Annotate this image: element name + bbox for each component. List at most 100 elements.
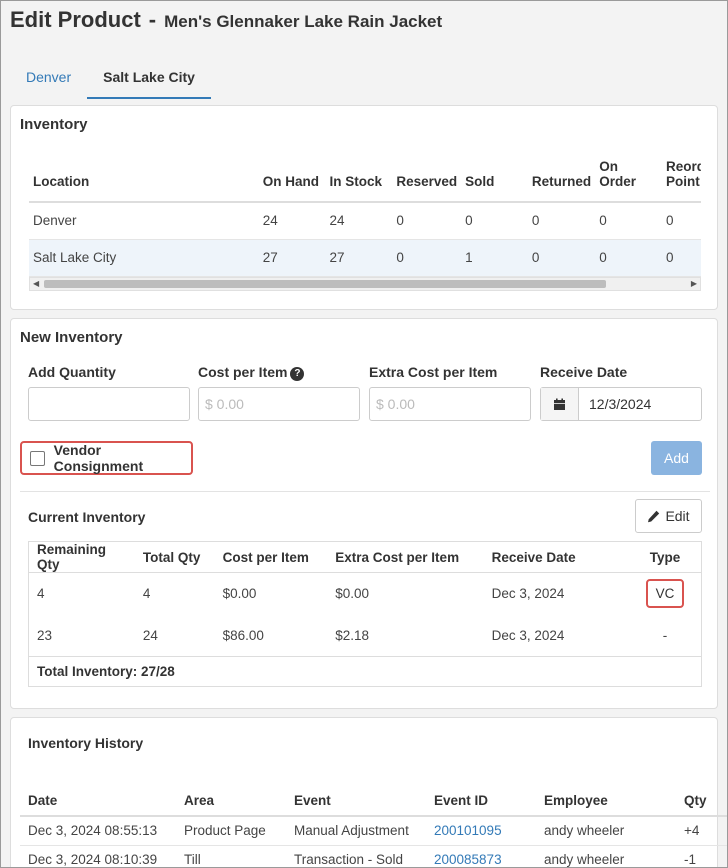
col-on-hand[interactable]: On Hand: [258, 146, 326, 203]
col-location[interactable]: Location: [29, 146, 259, 203]
event-id-link[interactable]: 200085873: [434, 852, 502, 867]
cell-employee: andy wheeler: [536, 845, 676, 867]
scrollbar-thumb[interactable]: [44, 280, 606, 288]
cell-type: VC: [629, 573, 701, 615]
inventory-history-title: Inventory History: [28, 735, 144, 751]
receive-date-field[interactable]: 12/3/2024: [540, 387, 702, 421]
pencil-icon: [648, 510, 660, 522]
add-quantity-label: Add Quantity: [28, 364, 116, 380]
edit-button[interactable]: Edit: [635, 499, 702, 533]
event-id-link[interactable]: 200101095: [434, 823, 502, 838]
col-date: Date: [20, 786, 176, 817]
cell-event: Manual Adjustment: [286, 816, 426, 846]
total-row: Total Inventory: 27/28: [29, 656, 701, 686]
cost-per-item-input[interactable]: [198, 387, 360, 421]
table-row: 23 24 $86.00 $2.18 Dec 3, 2024 -: [29, 615, 701, 657]
add-quantity-input[interactable]: [28, 387, 190, 421]
title-separator: -: [148, 7, 157, 32]
edit-button-label: Edit: [665, 508, 690, 524]
receive-date-value[interactable]: 12/3/2024: [579, 388, 651, 420]
cell-event-id: 200101095: [426, 816, 536, 846]
current-inventory-table-wrapper: Remaining Qty Total Qty Cost per Item Ex…: [28, 541, 702, 687]
cell-employee: andy wheeler: [536, 816, 676, 846]
col-in-stock[interactable]: In Stock: [325, 146, 393, 203]
add-button[interactable]: Add: [651, 441, 702, 475]
cell-total: 24: [142, 627, 158, 643]
col-receive-date: Receive Date: [483, 542, 630, 573]
col-employee: Employee: [536, 786, 676, 817]
extra-cost-label: Extra Cost per Item: [369, 364, 498, 380]
table-row: Dec 3, 2024 08:55:13 Product Page Manual…: [20, 816, 727, 846]
table-row: 4 4 $0.00 $0.00 Dec 3, 2024 VC: [29, 573, 701, 615]
col-qty: Qty: [676, 786, 727, 817]
cell-reserved: 0: [392, 202, 462, 240]
cell-in-stock: 27: [325, 239, 393, 277]
page-title: Edit Product - Men's Glennaker Lake Rain…: [10, 7, 442, 33]
cost-per-item-label-text: Cost per Item: [198, 364, 288, 380]
current-inventory-header-row: Remaining Qty Total Qty Cost per Item Ex…: [29, 542, 701, 573]
scroll-left-arrow-icon[interactable]: ◀: [33, 279, 39, 288]
inventory-table: Location On Hand In Stock Reserved Sold …: [29, 146, 701, 277]
cell-total: 4: [142, 586, 151, 602]
cell-location: Denver: [29, 202, 259, 240]
tab-denver[interactable]: Denver: [10, 59, 87, 99]
cell-extra: $0.00: [335, 586, 370, 602]
cell-location: Salt Lake City: [29, 239, 259, 277]
cell-area: Product Page: [176, 816, 286, 846]
cell-reorder: 0: [662, 202, 701, 240]
col-returned[interactable]: Returned: [527, 146, 596, 203]
horizontal-scrollbar[interactable]: ◀ ▶: [29, 277, 701, 291]
inventory-panel: Inventory Location On Hand In Stock Rese…: [10, 105, 718, 310]
col-total-qty: Total Qty: [134, 542, 215, 573]
product-name: Men's Glennaker Lake Rain Jacket: [164, 12, 443, 31]
total-inventory: Total Inventory: 27/28: [29, 656, 701, 686]
col-reorder-point[interactable]: Reorder Point: [662, 146, 701, 203]
new-inventory-panel: New Inventory Add Quantity Cost per Item…: [10, 318, 718, 709]
cell-on-hand: 24: [258, 202, 326, 240]
cell-on-order: 0: [595, 239, 663, 277]
col-event: Event: [286, 786, 426, 817]
table-row: Salt Lake City 27 27 0 1 0 0 0: [29, 239, 701, 277]
cell-returned: 0: [527, 239, 596, 277]
history-header-row: Date Area Event Event ID Employee Qty: [20, 786, 727, 817]
col-reserved[interactable]: Reserved: [392, 146, 462, 203]
history-table: Date Area Event Event ID Employee Qty De…: [20, 786, 727, 867]
cell-on-order: 0: [595, 202, 663, 240]
cell-date: Dec 3, 2024: [491, 627, 565, 643]
cell-sold: 1: [461, 239, 528, 277]
inventory-history-panel: Inventory History Date Area Event Event …: [10, 717, 727, 867]
vendor-consignment-label[interactable]: Vendor Consignment: [54, 442, 191, 474]
extra-cost-input[interactable]: [369, 387, 531, 421]
col-sold[interactable]: Sold: [461, 146, 528, 203]
history-table-wrapper: Date Area Event Event ID Employee Qty De…: [20, 786, 727, 867]
help-icon[interactable]: ?: [290, 367, 305, 381]
cell-cost: $0.00: [222, 586, 257, 602]
cell-date: Dec 3, 2024 08:55:13: [20, 816, 176, 846]
divider: [20, 491, 710, 492]
col-area: Area: [176, 786, 286, 817]
cell-remaining: 23: [37, 627, 53, 643]
cell-event-id: 200085873: [426, 845, 536, 867]
cell-remaining: 4: [37, 586, 45, 602]
vendor-consignment-checkbox[interactable]: [30, 450, 45, 466]
calendar-icon[interactable]: [541, 388, 579, 420]
cell-cost: $86.00: [222, 627, 264, 643]
current-inventory-title: Current Inventory: [28, 509, 146, 525]
location-tabs: Denver Salt Lake City: [10, 59, 211, 99]
scroll-right-arrow-icon[interactable]: ▶: [691, 279, 697, 288]
inventory-table-wrapper: Location On Hand In Stock Reserved Sold …: [29, 146, 701, 296]
vendor-consignment-highlight: Vendor Consignment: [20, 441, 193, 475]
table-row: Dec 3, 2024 08:10:39 Till Transaction - …: [20, 845, 727, 867]
cell-date: Dec 3, 2024: [491, 586, 565, 602]
current-inventory-table: Remaining Qty Total Qty Cost per Item Ex…: [29, 542, 701, 686]
vc-type-highlight: VC: [645, 579, 685, 609]
cell-returned: 0: [527, 202, 596, 240]
cell-reserved: 0: [392, 239, 462, 277]
cell-extra: $2.18: [335, 627, 370, 643]
inventory-title: Inventory: [20, 116, 88, 133]
col-event-id: Event ID: [426, 786, 536, 817]
cell-on-hand: 27: [258, 239, 326, 277]
col-remaining-qty: Remaining Qty: [29, 542, 135, 573]
tab-salt-lake-city[interactable]: Salt Lake City: [87, 59, 211, 99]
col-on-order[interactable]: On Order: [595, 146, 663, 203]
